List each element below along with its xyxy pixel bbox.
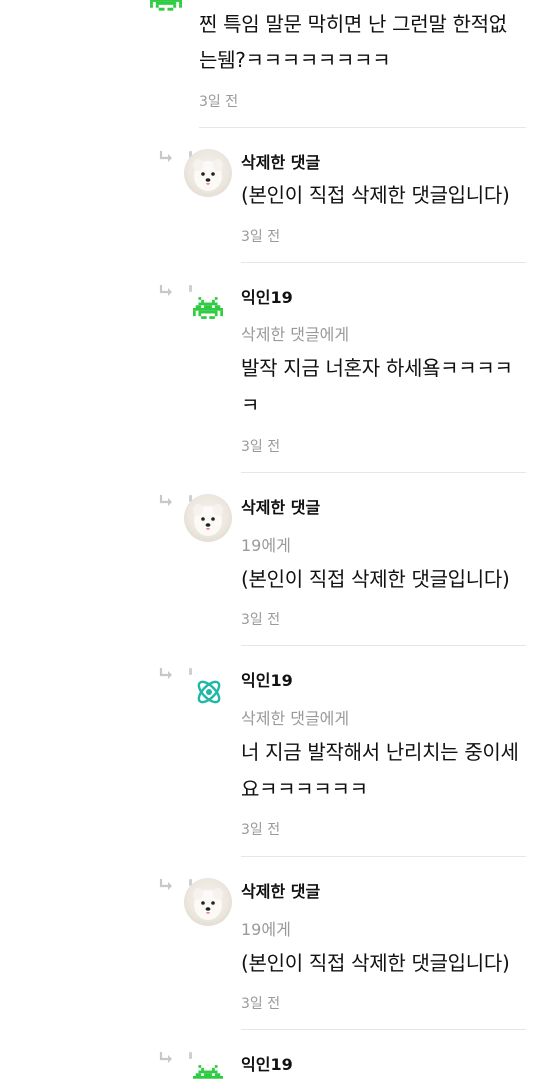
comment-time: 3일 전	[241, 996, 281, 1012]
comment-text: 찐 특임 말문 막히면 난 그런말 한적없	[199, 12, 507, 36]
divider	[199, 127, 526, 128]
marker	[189, 668, 192, 675]
comment-text: 너 지금 발작해서 난리치는 중이세	[241, 740, 519, 764]
atom-icon[interactable]	[192, 675, 226, 713]
comment-time: 3일 전	[241, 822, 281, 838]
reply-arrow-icon	[158, 877, 174, 896]
comment-text: 발작 지금 너혼자 하세욬ㅋㅋㅋㅋ	[241, 356, 513, 380]
reply-arrow-icon	[158, 149, 174, 168]
author-name[interactable]: 삭제한 댓글	[241, 878, 320, 902]
reply-arrow-icon	[158, 283, 174, 302]
comment-time: 3일 전	[241, 439, 281, 455]
comment-time: 3일 전	[199, 94, 239, 110]
space-invader-icon[interactable]	[193, 296, 223, 324]
marker	[189, 285, 192, 292]
reply-arrow-icon	[158, 666, 174, 685]
comment-text: 는뒘?ㅋㅋㅋㅋㅋㅋㅋㅋ	[199, 48, 391, 72]
reply-arrow-icon	[158, 1050, 174, 1069]
space-invader-icon	[150, 0, 182, 16]
mention-text: 19에게	[241, 536, 291, 555]
author-name[interactable]: 익인19	[241, 1051, 293, 1075]
space-invader-icon[interactable]	[193, 1064, 223, 1092]
divider	[241, 645, 526, 646]
mention-text: 삭제한 댓글에게	[241, 325, 350, 344]
marker	[189, 1052, 192, 1059]
divider	[241, 262, 526, 263]
comment-time: 3일 전	[241, 612, 281, 628]
author-name[interactable]: 삭제한 댓글	[241, 494, 320, 518]
comment-text: (본인이 직접 삭제한 댓글입니다)	[241, 567, 510, 591]
comment-time: 3일 전	[241, 229, 281, 245]
comment-text: 요ㅋㅋㅋㅋㅋㅋ	[241, 777, 368, 801]
author-name[interactable]: 익인19	[241, 667, 293, 691]
comment-text: ㅋ	[241, 393, 260, 417]
author-name[interactable]: 삭제한 댓글	[241, 149, 320, 173]
divider	[241, 472, 526, 473]
avatar[interactable]	[184, 878, 232, 926]
avatar[interactable]	[184, 149, 232, 197]
comment-text: (본인이 직접 삭제한 댓글입니다)	[241, 183, 510, 207]
mention-text: 19에게	[241, 920, 291, 939]
reply-arrow-icon	[158, 493, 174, 512]
divider	[241, 856, 526, 857]
author-name[interactable]: 익인19	[241, 284, 293, 308]
divider	[241, 1029, 526, 1030]
comment-text: (본인이 직접 삭제한 댓글입니다)	[241, 951, 510, 975]
avatar[interactable]	[184, 494, 232, 542]
mention-text: 삭제한 댓글에게	[241, 709, 350, 728]
